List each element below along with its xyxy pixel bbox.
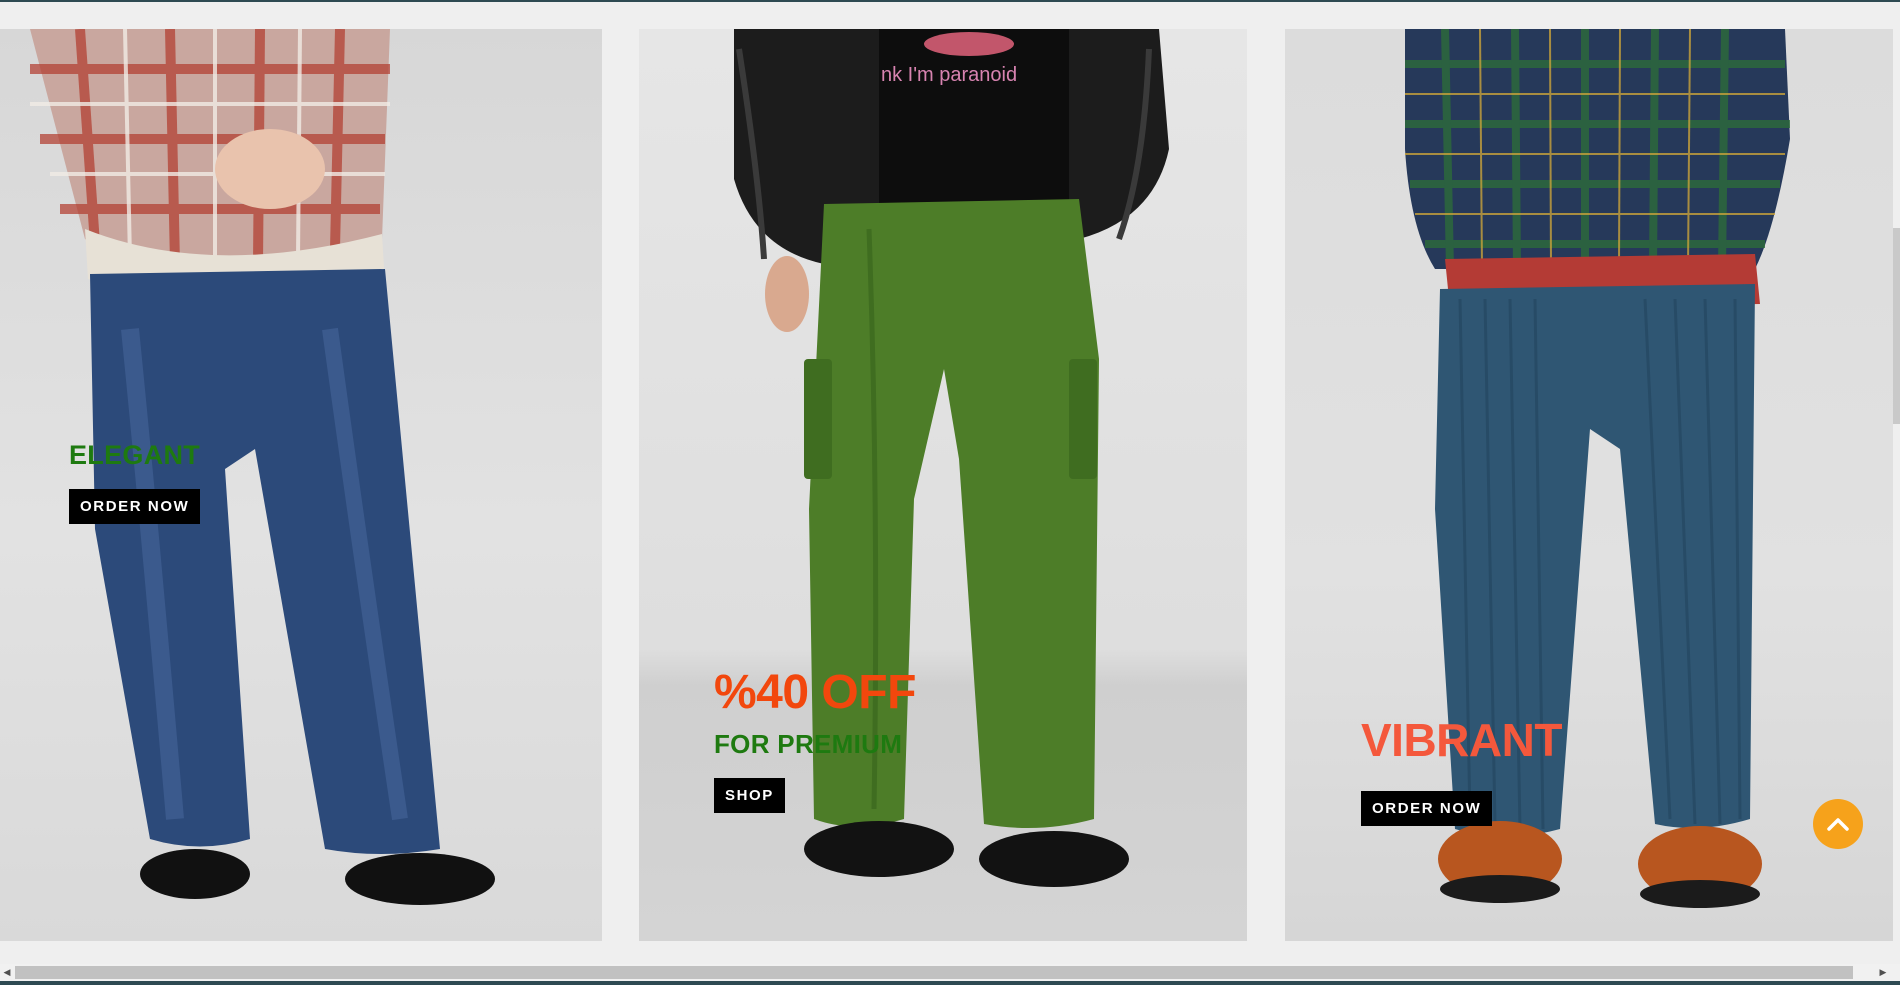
order-now-button[interactable]: ORDER NOW	[1361, 791, 1493, 826]
banner-vibrant[interactable]: VIBRANT ORDER NOW	[1285, 29, 1893, 941]
order-now-button[interactable]: ORDER NOW	[69, 489, 201, 524]
banner-elegant-content: ELEGANT ORDER NOW	[69, 440, 201, 524]
vertical-scrollbar-thumb[interactable]	[1893, 228, 1900, 424]
chevron-up-icon	[1827, 818, 1849, 831]
banner-premium-content: %40 OFF FOR PREMIUM SHOP	[714, 669, 916, 813]
triangle-right-icon[interactable]: ▶	[1876, 966, 1890, 979]
top-border	[0, 0, 1900, 2]
triangle-left-icon[interactable]: ◀	[0, 966, 14, 979]
banner-elegant[interactable]: ELEGANT ORDER NOW	[0, 29, 602, 941]
shirt-print-text: nk I'm paranoid	[881, 64, 1017, 86]
shop-button[interactable]: SHOP	[714, 778, 785, 813]
banner-subheading: FOR PREMIUM	[714, 729, 903, 759]
banner-heading: VIBRANT	[1361, 714, 1562, 766]
horizontal-scrollbar-thumb[interactable]	[15, 966, 1853, 979]
banner-heading: %40 OFF	[714, 666, 916, 719]
banner-vibrant-content: VIBRANT ORDER NOW	[1361, 717, 1562, 826]
back-to-top-button[interactable]	[1813, 799, 1863, 849]
banner-premium-sale[interactable]: nk I'm paranoid %40 OFF FOR PREMIUM SHOP	[639, 29, 1247, 941]
bottom-border	[0, 981, 1900, 985]
banner-heading: ELEGANT	[69, 440, 201, 470]
